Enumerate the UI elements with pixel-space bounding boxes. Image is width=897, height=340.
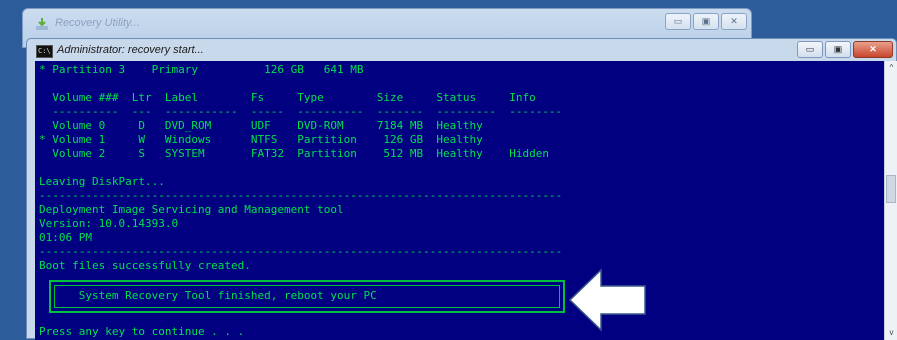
background-close-button[interactable]: ✕ <box>721 13 747 30</box>
console-line: Volume 0 D DVD_ROM UDF DVD-ROM 7184 MB H… <box>39 119 483 132</box>
background-window-title: Recovery Utility... <box>55 17 140 29</box>
console-line: Leaving DiskPart... <box>39 175 165 188</box>
scroll-thumb[interactable] <box>886 175 896 203</box>
scroll-up-icon[interactable]: ^ <box>885 61 897 75</box>
console-separator: ----------------------------------------… <box>39 245 563 258</box>
console-line: 01:06 PM <box>39 231 92 244</box>
console-line: * Partition 3 Primary 126 GB 641 MB <box>39 63 364 76</box>
close-button[interactable]: ✕ <box>853 41 893 58</box>
console-line: Deployment Image Servicing and Managemen… <box>39 203 344 216</box>
recovery-utility-icon <box>36 18 48 30</box>
console-separator: ----------------------------------------… <box>39 189 563 202</box>
press-any-key-prompt: Press any key to continue . . . <box>39 325 245 338</box>
background-maximize-button[interactable]: ▣ <box>693 13 719 30</box>
console-line: Volume 2 S SYSTEM FAT32 Partition 512 MB… <box>39 147 549 160</box>
cmd-icon: C:\ <box>36 45 53 58</box>
left-arrow-icon <box>568 268 646 332</box>
console-window[interactable]: C:\ Administrator: recovery start... ▭ ▣… <box>26 38 897 340</box>
console-titlebar[interactable]: C:\ Administrator: recovery start... ▭ ▣… <box>27 39 896 61</box>
console-line: Version: 10.0.14393.0 <box>39 217 179 230</box>
console-line: Volume ### Ltr Label Fs Type Size Status… <box>39 91 536 104</box>
vertical-scrollbar[interactable]: ^ v <box>884 61 897 340</box>
background-minimize-button[interactable]: ▭ <box>665 13 691 30</box>
message-highlight-box <box>49 280 565 313</box>
maximize-button[interactable]: ▣ <box>825 41 851 58</box>
console-title: Administrator: recovery start... <box>57 44 204 56</box>
console-line: Boot files successfully created. <box>39 259 251 272</box>
scroll-down-icon[interactable]: v <box>885 326 897 340</box>
minimize-button[interactable]: ▭ <box>797 41 823 58</box>
console-output[interactable]: * Partition 3 Primary 126 GB 641 MB Volu… <box>35 61 884 340</box>
console-line: * Volume 1 W Windows NTFS Partition 126 … <box>39 133 483 146</box>
console-line: ---------- --- ----------- ----- -------… <box>39 105 563 118</box>
